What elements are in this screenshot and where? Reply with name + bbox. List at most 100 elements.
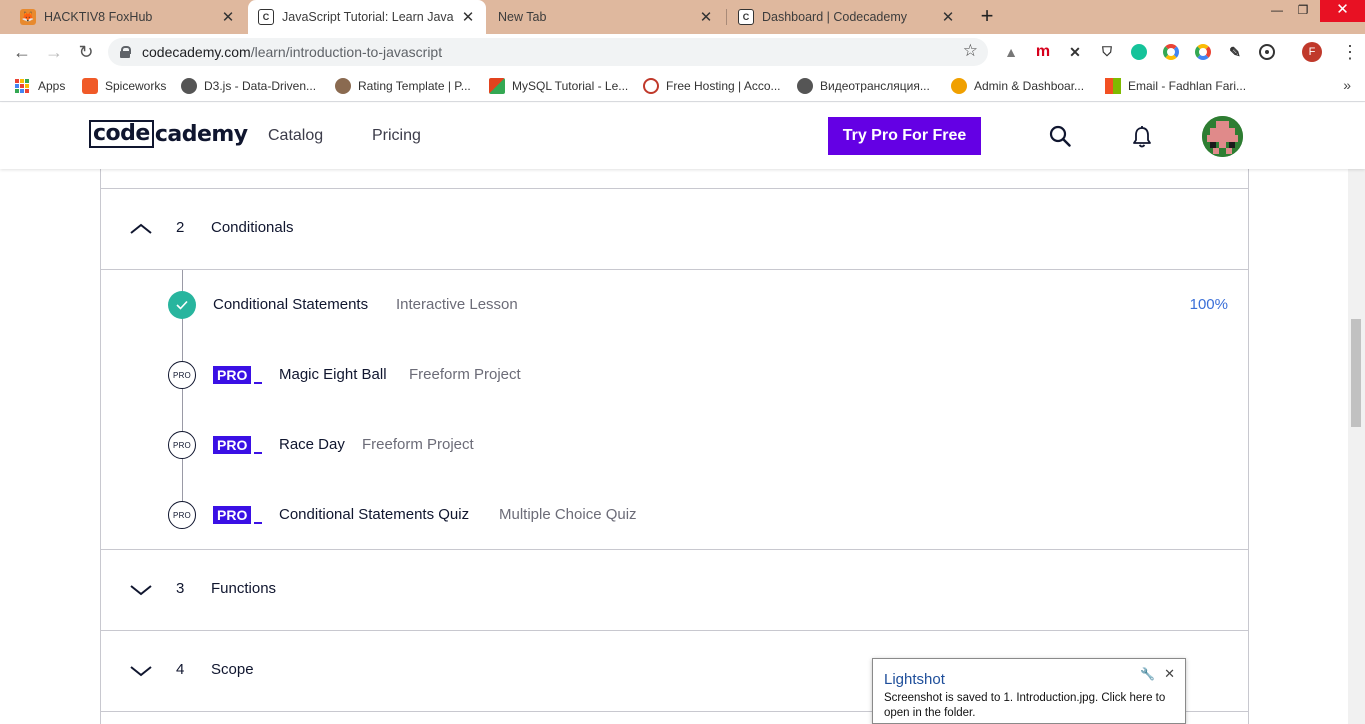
close-tab-icon[interactable]: ✕	[220, 8, 236, 26]
shield-icon[interactable]: ⛉	[1097, 42, 1117, 62]
back-icon[interactable]: ←	[10, 40, 34, 64]
bookmark-label: MySQL Tutorial - Le...	[512, 79, 629, 93]
tab-hacktiv8[interactable]: 🦊 HACKTIV8 FoxHub ✕	[10, 0, 246, 34]
user-avatar[interactable]	[1202, 116, 1243, 157]
hosting-icon	[643, 78, 659, 94]
chevron-down-icon[interactable]	[129, 661, 153, 681]
module-number: 3	[176, 580, 185, 597]
close-tab-icon[interactable]: ✕	[460, 8, 476, 26]
avatar-image	[1202, 116, 1243, 157]
bookmarks-bar: Apps Spiceworks D3.js - Data-Driven... R…	[0, 70, 1365, 102]
lesson-race-day[interactable]: PRO PRO Race Day Freeform Project	[168, 430, 1228, 460]
codecademy-icon: C	[258, 9, 274, 25]
close-icon[interactable]: ✕	[1164, 666, 1175, 682]
codecademy-icon: C	[738, 9, 754, 25]
globe-icon	[181, 78, 197, 94]
close-tab-icon[interactable]: ✕	[698, 8, 714, 26]
pro-lock-icon: PRO	[168, 431, 196, 459]
logo-rest-text: cademy	[154, 121, 248, 147]
browser-toolbar: ← → ↻ codecademy.com/learn/introduction-…	[0, 34, 1365, 70]
close-tab-icon[interactable]: ✕	[940, 8, 956, 26]
bookmark-admin-dashboard[interactable]: Admin & Dashboar...	[951, 77, 1084, 95]
pro-badge: PRO	[213, 506, 263, 524]
bookmark-label: Видеотрансляция...	[820, 79, 930, 93]
module-row-conditionals[interactable]: 2 Conditionals	[101, 189, 1248, 269]
lesson-type: Multiple Choice Quiz	[499, 506, 637, 523]
syllabus-content: 2 Conditionals Conditional Statements In…	[0, 169, 1365, 724]
forward-icon[interactable]: →	[42, 40, 66, 64]
pro-lock-icon: PRO	[168, 361, 196, 389]
tab-title: JavaScript Tutorial: Learn JavaScr	[282, 10, 454, 24]
lesson-conditional-statements[interactable]: Conditional Statements Interactive Lesso…	[168, 290, 1228, 320]
lesson-title: Conditional Statements	[213, 296, 369, 313]
restore-window-icon[interactable]: ❐	[1284, 0, 1322, 22]
pro-badge: PRO	[213, 436, 263, 454]
lesson-magic-eight-ball[interactable]: PRO PRO Magic Eight Ball Freeform Projec…	[168, 360, 1228, 390]
browser-tab-strip: 🦊 HACKTIV8 FoxHub ✕ C JavaScript Tutoria…	[0, 0, 1365, 34]
extension-m-icon[interactable]: m	[1033, 42, 1053, 62]
wrench-icon[interactable]: 🔧	[1140, 667, 1155, 681]
lesson-type: Freeform Project	[362, 436, 474, 453]
bookmark-label: Email - Fadhlan Fari...	[1128, 79, 1247, 93]
reload-icon[interactable]: ↻	[74, 40, 98, 64]
pro-lock-icon: PRO	[168, 501, 196, 529]
search-icon[interactable]	[1049, 125, 1071, 147]
record-icon[interactable]	[1257, 42, 1277, 62]
microsoft-icon	[1105, 78, 1121, 94]
bookmark-rating-template[interactable]: Rating Template | P...	[335, 77, 471, 95]
module-title: Conditionals	[211, 219, 294, 236]
bookmark-free-hosting[interactable]: Free Hosting | Acco...	[643, 77, 781, 95]
lesson-type: Freeform Project	[409, 366, 521, 383]
lesson-type: Interactive Lesson	[396, 296, 518, 313]
module-row-functions[interactable]: 3 Functions	[101, 550, 1248, 630]
apps-grid-icon	[15, 79, 29, 93]
bookmark-star-icon[interactable]: ☆	[963, 41, 978, 61]
bookmark-email[interactable]: Email - Fadhlan Fari...	[1105, 77, 1246, 95]
tab-javascript-tutorial[interactable]: C JavaScript Tutorial: Learn JavaScr ✕	[248, 0, 486, 34]
tab-title: New Tab	[498, 10, 547, 24]
bookmark-apps[interactable]: Apps	[15, 77, 65, 95]
grammarly-icon[interactable]	[1129, 42, 1149, 62]
tab-new-tab[interactable]: New Tab ✕	[488, 0, 724, 34]
color-picker-icon[interactable]	[1193, 42, 1213, 62]
nav-catalog[interactable]: Catalog	[268, 127, 323, 145]
codecademy-logo[interactable]: code cademy	[89, 119, 248, 149]
eyedropper-icon[interactable]: ✎	[1225, 42, 1245, 62]
rating-icon	[335, 78, 351, 94]
lesson-conditional-statements-quiz[interactable]: PRO PRO Conditional Statements Quiz Mult…	[168, 500, 1228, 530]
try-pro-button[interactable]: Try Pro For Free	[828, 117, 981, 155]
new-tab-button[interactable]: +	[976, 4, 998, 28]
extension-x-icon[interactable]: ✕	[1065, 42, 1085, 62]
google-drive-icon[interactable]: ▲	[1001, 42, 1021, 62]
tab-dashboard[interactable]: C Dashboard | Codecademy ✕	[728, 0, 966, 34]
bookmark-mysql-tutorial[interactable]: MySQL Tutorial - Le...	[489, 77, 628, 95]
more-bookmarks-icon[interactable]: »	[1343, 77, 1351, 93]
nav-pricing[interactable]: Pricing	[372, 127, 421, 145]
bookmark-spiceworks[interactable]: Spiceworks	[82, 77, 166, 95]
bookmark-label: Spiceworks	[105, 79, 167, 93]
bookmark-videotranslyatsiya[interactable]: Видеотрансляция...	[797, 77, 930, 95]
lightshot-notification[interactable]: Lightshot 🔧 ✕ Screenshot is saved to 1. …	[872, 658, 1186, 724]
pro-badge: PRO	[213, 366, 263, 384]
bell-icon[interactable]	[1131, 125, 1153, 149]
pro-badge-text: PRO	[213, 506, 252, 524]
url-text[interactable]: codecademy.com/learn/introduction-to-jav…	[142, 44, 442, 60]
address-bar[interactable]: codecademy.com/learn/introduction-to-jav…	[108, 38, 988, 66]
module-number: 4	[176, 661, 185, 678]
module-title: Scope	[211, 661, 254, 678]
chevron-up-icon[interactable]	[129, 219, 153, 239]
lightshot-message[interactable]: Screenshot is saved to 1. Introduction.j…	[884, 691, 1179, 721]
lesson-title: Magic Eight Ball	[279, 366, 387, 383]
logo-boxed-text: code	[89, 120, 154, 148]
page-scrollbar[interactable]	[1348, 169, 1365, 724]
bookmark-label: Rating Template | P...	[358, 79, 471, 93]
tab-title: Dashboard | Codecademy	[762, 10, 907, 24]
profile-avatar[interactable]: F	[1302, 42, 1322, 62]
scrollbar-thumb[interactable]	[1351, 319, 1361, 427]
bookmark-d3js[interactable]: D3.js - Data-Driven...	[181, 77, 316, 95]
chevron-down-icon[interactable]	[129, 580, 153, 600]
color-wheel-icon[interactable]	[1161, 42, 1181, 62]
pro-badge-cursor	[254, 522, 263, 524]
browser-menu-icon[interactable]: ⋮	[1341, 40, 1359, 64]
close-window-icon[interactable]: ✕	[1320, 0, 1365, 22]
